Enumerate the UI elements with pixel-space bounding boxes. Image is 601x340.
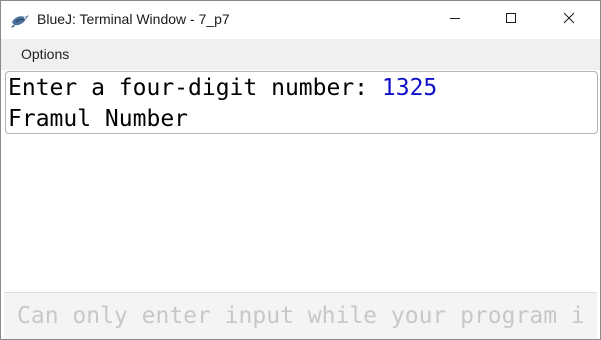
bluej-bird-icon bbox=[10, 11, 30, 29]
user-input-text: 1325 bbox=[381, 75, 438, 101]
minimize-icon bbox=[449, 11, 461, 29]
menu-options[interactable]: Options bbox=[21, 46, 69, 62]
close-button[interactable] bbox=[546, 1, 592, 39]
output-line: Framul Number bbox=[8, 106, 189, 132]
close-icon bbox=[563, 11, 575, 29]
menu-bar: Options bbox=[1, 39, 600, 70]
terminal-input-field[interactable]: Can only enter input while your program … bbox=[4, 292, 597, 339]
terminal-output[interactable]: Enter a four-digit number: 1325 Framul N… bbox=[5, 71, 598, 134]
output-line: Enter a four-digit number: 1325 bbox=[8, 73, 437, 103]
maximize-button[interactable] bbox=[488, 1, 534, 39]
minimize-button[interactable] bbox=[432, 1, 478, 39]
maximize-icon bbox=[505, 11, 517, 29]
terminal-window: BlueJ: Terminal Window - 7_p7 Options En… bbox=[0, 0, 601, 340]
input-disabled-message: Can only enter input while your program … bbox=[17, 303, 585, 329]
window-title: BlueJ: Terminal Window - 7_p7 bbox=[37, 11, 230, 27]
title-bar[interactable]: BlueJ: Terminal Window - 7_p7 bbox=[1, 1, 600, 39]
prompt-text: Enter a four-digit number: bbox=[8, 75, 382, 101]
